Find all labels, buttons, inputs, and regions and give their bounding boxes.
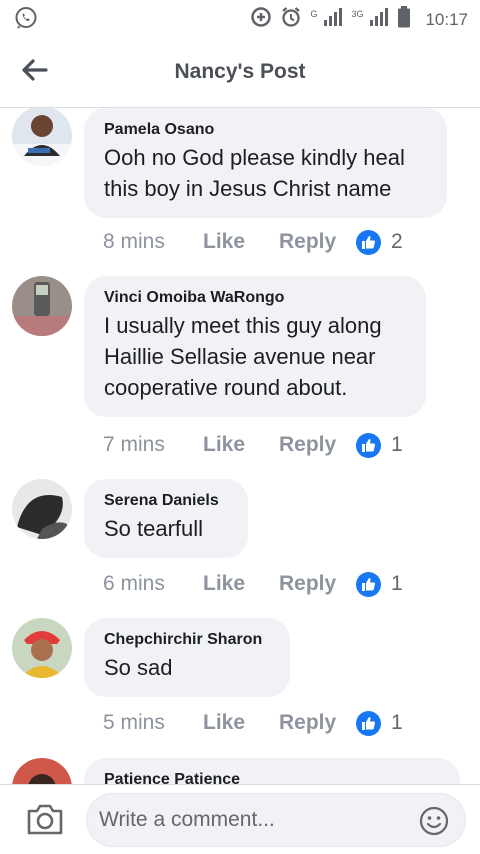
comment-time: 6 mins [103, 572, 165, 595]
data-saver-icon [250, 6, 272, 33]
avatar[interactable] [12, 758, 72, 784]
thumbs-up-icon[interactable] [356, 571, 381, 597]
comment-bubble[interactable]: Serena Daniels So tearfull [84, 479, 248, 558]
comment-time: 5 mins [103, 711, 165, 734]
like-button[interactable]: Like [203, 572, 279, 596]
comment-author[interactable]: Vinci Omoiba WaRongo [104, 288, 406, 308]
network-type-label-1: G [310, 8, 318, 19]
comment-bubble[interactable]: Pamela Osano Ooh no God please kindly he… [84, 108, 447, 218]
reaction-count[interactable]: 1 [391, 433, 403, 457]
comment-time: 7 mins [103, 433, 165, 456]
comment-time: 8 mins [103, 230, 165, 253]
comment-actions: 8 mins Like Reply 2 [103, 227, 403, 257]
reaction-count[interactable]: 2 [391, 230, 403, 254]
reply-button[interactable]: Reply [279, 711, 356, 735]
comment-author[interactable]: Chepchirchir Sharon [104, 630, 270, 650]
like-button[interactable]: Like [203, 711, 279, 735]
camera-button[interactable] [26, 802, 64, 836]
thumbs-up-icon[interactable] [356, 229, 381, 255]
camera-icon [26, 804, 64, 840]
thumbs-up-icon[interactable] [356, 710, 381, 736]
like-button[interactable]: Like [203, 433, 279, 457]
comment-input-placeholder: Write a comment... [99, 808, 275, 831]
comment-author[interactable]: Serena Daniels [104, 491, 228, 511]
comments-list[interactable]: Pamela Osano Ooh no God please kindly he… [0, 108, 480, 784]
comment-text: Ooh no God please kindly heal this boy i… [104, 145, 405, 201]
battery-icon [397, 6, 411, 33]
status-right: G 3G 10:17 [250, 6, 468, 33]
signal-icon [323, 7, 343, 32]
avatar[interactable] [12, 276, 72, 336]
avatar[interactable] [12, 108, 72, 166]
comment-bubble[interactable]: Patience Patience [84, 758, 460, 784]
comment-text: I usually meet this guy along Haillie Se… [104, 313, 382, 400]
comment-actions: 6 mins Like Reply 1 [103, 569, 403, 599]
reaction-count[interactable]: 1 [391, 711, 403, 735]
reply-button[interactable]: Reply [279, 572, 356, 596]
comment-author[interactable]: Patience Patience [104, 770, 440, 784]
emoji-icon[interactable] [419, 806, 449, 836]
comment-actions: 7 mins Like Reply 1 [103, 430, 403, 460]
network-type-label-2: 3G [351, 8, 364, 19]
status-time: 10:17 [425, 9, 468, 29]
comment-text: So sad [104, 655, 173, 680]
alarm-icon [280, 6, 302, 33]
avatar[interactable] [12, 479, 72, 539]
thumbs-up-icon[interactable] [356, 432, 381, 458]
comment-input[interactable]: Write a comment... [86, 793, 466, 847]
reply-button[interactable]: Reply [279, 230, 356, 254]
comment-composer: Write a comment... [0, 784, 480, 854]
post-header: Nancy's Post [0, 36, 480, 108]
comment-bubble[interactable]: Vinci Omoiba WaRongo I usually meet this… [84, 276, 426, 417]
comment-author[interactable]: Pamela Osano [104, 120, 427, 140]
comment-bubble[interactable]: Chepchirchir Sharon So sad [84, 618, 290, 697]
page-title: Nancy's Post [174, 60, 306, 83]
reply-button[interactable]: Reply [279, 433, 356, 457]
like-button[interactable]: Like [203, 230, 279, 254]
whatsapp-icon [14, 7, 38, 34]
status-bar: G 3G 10:17 [0, 0, 480, 36]
avatar[interactable] [12, 618, 72, 678]
signal-icon-2 [369, 7, 389, 32]
comment-actions: 5 mins Like Reply 1 [103, 708, 403, 738]
status-left [14, 6, 38, 35]
reaction-count[interactable]: 1 [391, 572, 403, 596]
comment-text: So tearfull [104, 516, 204, 541]
